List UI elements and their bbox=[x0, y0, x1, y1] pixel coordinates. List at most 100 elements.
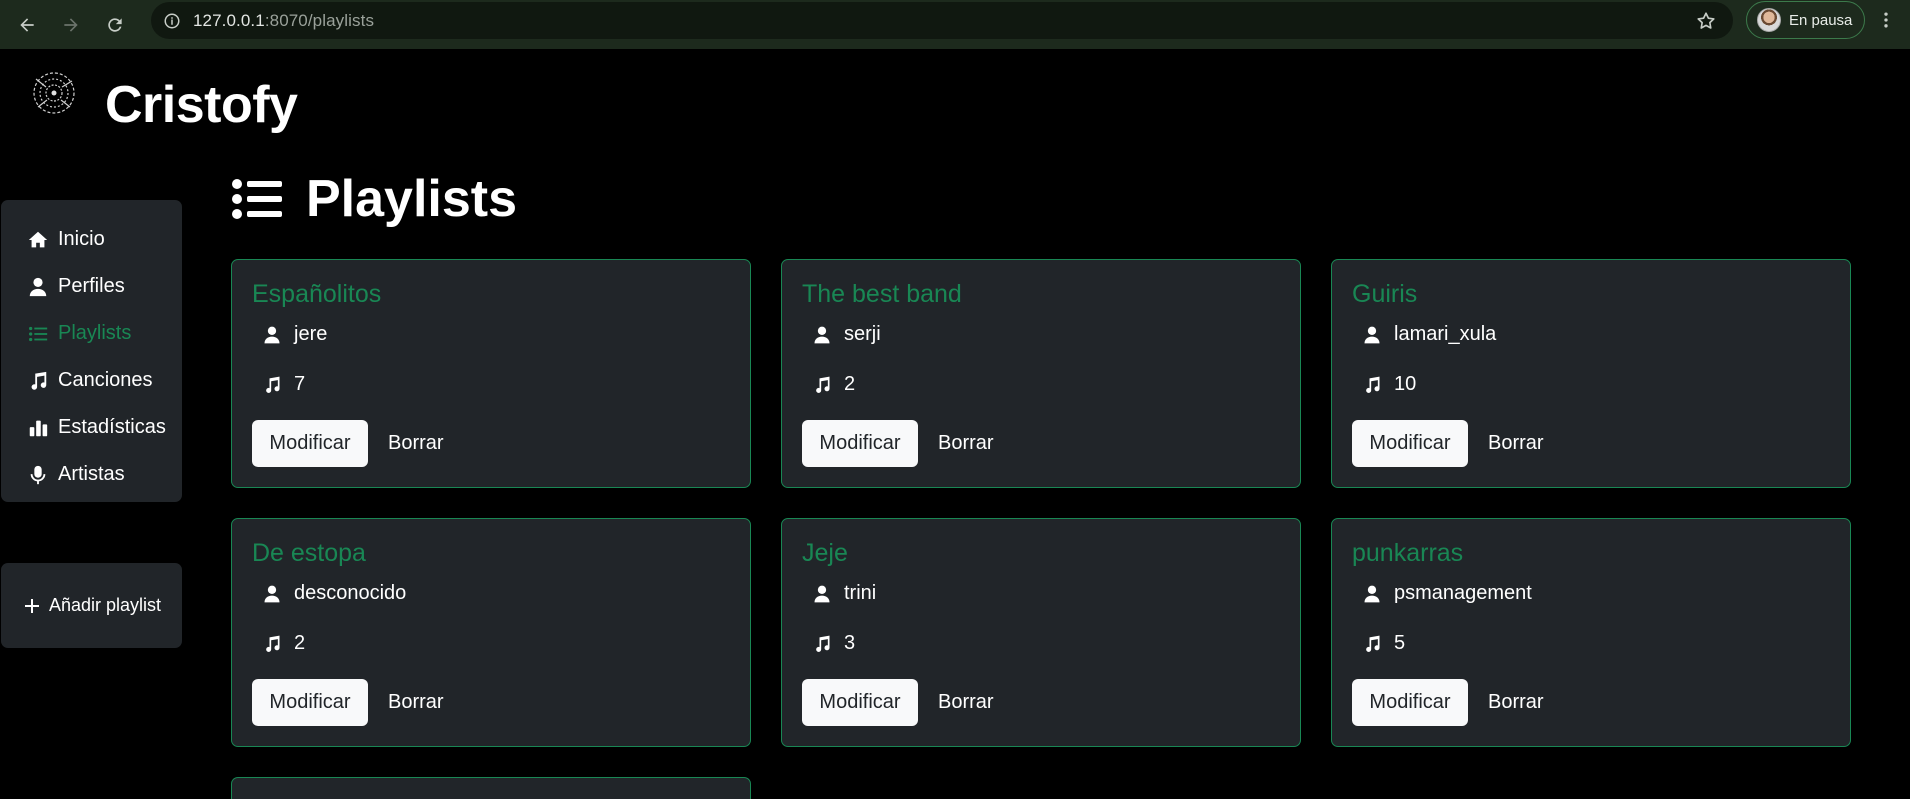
playlist-owner: desconocido bbox=[262, 582, 406, 605]
bar-chart-icon bbox=[29, 420, 48, 436]
page-heading: Playlists bbox=[232, 169, 517, 229]
profile-button[interactable]: En pausa bbox=[1746, 1, 1865, 39]
music-note-icon bbox=[816, 635, 830, 652]
song-count: 5 bbox=[1394, 632, 1406, 654]
modify-button[interactable]: Modificar bbox=[1352, 679, 1468, 726]
microphone-icon bbox=[30, 465, 46, 484]
url-text: 127.0.0.1:8070/playlists bbox=[193, 11, 374, 31]
music-note-icon bbox=[31, 371, 47, 390]
owner-name: jere bbox=[294, 323, 328, 345]
forward-button[interactable] bbox=[49, 5, 93, 45]
reload-button[interactable] bbox=[93, 5, 137, 45]
modify-button[interactable]: Modificar bbox=[802, 420, 918, 467]
owner-name: desconocido bbox=[294, 582, 407, 604]
url-host: 127.0.0.1 bbox=[193, 10, 265, 30]
list-icon bbox=[29, 326, 48, 341]
app-name: Cristofy bbox=[105, 76, 298, 134]
music-note-icon bbox=[816, 376, 830, 393]
modify-button[interactable]: Modificar bbox=[252, 679, 368, 726]
song-count: 2 bbox=[294, 632, 306, 654]
url-path: :8070/playlists bbox=[264, 10, 375, 30]
playlist-owner: trini bbox=[812, 582, 876, 605]
playlist-card: Españolitos jere 7 Modificar Borrar bbox=[231, 259, 751, 488]
arrow-right-icon bbox=[64, 17, 78, 32]
list-icon bbox=[232, 179, 282, 219]
brand[interactable]: Cristofy bbox=[28, 67, 298, 134]
playlist-song-count: 5 bbox=[1362, 632, 1405, 655]
add-playlist-button[interactable]: Añadir playlist bbox=[1, 563, 182, 648]
sidebar-item-artistas[interactable]: Artistas bbox=[1, 451, 182, 498]
browser-menu-icon[interactable] bbox=[1874, 7, 1898, 33]
home-icon bbox=[28, 231, 48, 247]
playlist-name[interactable]: The best band bbox=[802, 280, 962, 309]
delete-button[interactable]: Borrar bbox=[1488, 679, 1544, 726]
page-content: Cristofy Inicio Perfiles Playlists Canci… bbox=[0, 49, 1910, 799]
owner-name: serji bbox=[844, 323, 881, 345]
owner-name: lamari_xula bbox=[1394, 323, 1497, 345]
plus-icon bbox=[25, 598, 39, 613]
add-playlist-label: Añadir playlist bbox=[49, 595, 162, 615]
sidebar-item-label: Estadísticas bbox=[58, 416, 166, 438]
sidebar-item-label: Inicio bbox=[58, 228, 105, 250]
music-note-icon bbox=[266, 635, 280, 652]
sidebar-item-estadisticas[interactable]: Estadísticas bbox=[1, 404, 182, 451]
playlist-card: The best band serji 2 Modificar Borrar bbox=[781, 259, 1301, 488]
playlist-name[interactable]: De estopa bbox=[252, 539, 366, 568]
sidebar-item-playlists[interactable]: Playlists bbox=[1, 310, 182, 357]
address-bar[interactable]: 127.0.0.1:8070/playlists bbox=[151, 2, 1733, 39]
browser-toolbar: 127.0.0.1:8070/playlists En pausa bbox=[0, 0, 1910, 49]
song-count: 3 bbox=[844, 632, 856, 654]
modify-button[interactable]: Modificar bbox=[252, 420, 368, 467]
song-count: 7 bbox=[294, 373, 306, 395]
sidebar-item-canciones[interactable]: Canciones bbox=[1, 357, 182, 404]
playlist-name[interactable]: Españolitos bbox=[252, 280, 381, 309]
delete-button[interactable]: Borrar bbox=[938, 679, 994, 726]
profile-status: En pausa bbox=[1789, 11, 1853, 29]
song-count: 10 bbox=[1394, 373, 1417, 395]
sidebar-item-inicio[interactable]: Inicio bbox=[1, 216, 182, 263]
page-title: Playlists bbox=[306, 170, 518, 228]
playlist-song-count: 2 bbox=[262, 632, 305, 655]
playlist-song-count: 10 bbox=[1362, 373, 1416, 396]
owner-name: psmanagement bbox=[1394, 582, 1532, 604]
music-note-icon bbox=[1366, 635, 1380, 652]
playlist-card: De estopa desconocido 2 Modificar Borrar bbox=[231, 518, 751, 747]
sidebar-nav: Inicio Perfiles Playlists Canciones Esta… bbox=[1, 200, 182, 502]
bookmark-star-icon[interactable] bbox=[1695, 10, 1717, 32]
person-icon bbox=[29, 277, 47, 296]
delete-button[interactable]: Borrar bbox=[1488, 420, 1544, 467]
playlist-owner: jere bbox=[262, 323, 327, 346]
playlist-card: punkarras psmanagement 5 Modificar Borra… bbox=[1331, 518, 1851, 747]
back-button[interactable] bbox=[5, 5, 49, 45]
playlist-song-count: 7 bbox=[262, 373, 305, 396]
arrow-left-icon bbox=[20, 17, 34, 32]
playlist-song-count: 2 bbox=[812, 373, 855, 396]
music-note-icon bbox=[266, 376, 280, 393]
person-icon bbox=[1364, 326, 1380, 343]
cristofy-logo-icon bbox=[33, 72, 75, 114]
playlist-owner: psmanagement bbox=[1362, 582, 1532, 605]
sidebar-item-label: Perfiles bbox=[58, 275, 125, 297]
delete-button[interactable]: Borrar bbox=[388, 420, 444, 467]
playlist-owner: serji bbox=[812, 323, 881, 346]
playlist-name[interactable]: Jeje bbox=[802, 539, 848, 568]
person-icon bbox=[814, 326, 830, 343]
modify-button[interactable]: Modificar bbox=[802, 679, 918, 726]
playlist-name[interactable]: Guiris bbox=[1352, 280, 1417, 309]
person-icon bbox=[814, 585, 830, 602]
playlist-card: Guiris lamari_xula 10 Modificar Borrar bbox=[1331, 259, 1851, 488]
delete-button[interactable]: Borrar bbox=[938, 420, 994, 467]
reload-icon bbox=[108, 17, 122, 32]
sidebar-item-label: Playlists bbox=[58, 322, 132, 344]
sidebar-item-perfiles[interactable]: Perfiles bbox=[1, 263, 182, 310]
modify-button[interactable]: Modificar bbox=[1352, 420, 1468, 467]
site-info-icon[interactable] bbox=[151, 2, 193, 39]
owner-name: trini bbox=[844, 582, 877, 604]
sidebar-item-label: Canciones bbox=[58, 369, 153, 391]
avatar bbox=[1757, 8, 1781, 32]
sidebar-item-label: Artistas bbox=[58, 463, 125, 485]
delete-button[interactable]: Borrar bbox=[388, 679, 444, 726]
playlist-song-count: 3 bbox=[812, 632, 855, 655]
playlist-card: Jeje trini 3 Modificar Borrar bbox=[781, 518, 1301, 747]
playlist-name[interactable]: punkarras bbox=[1352, 539, 1463, 568]
